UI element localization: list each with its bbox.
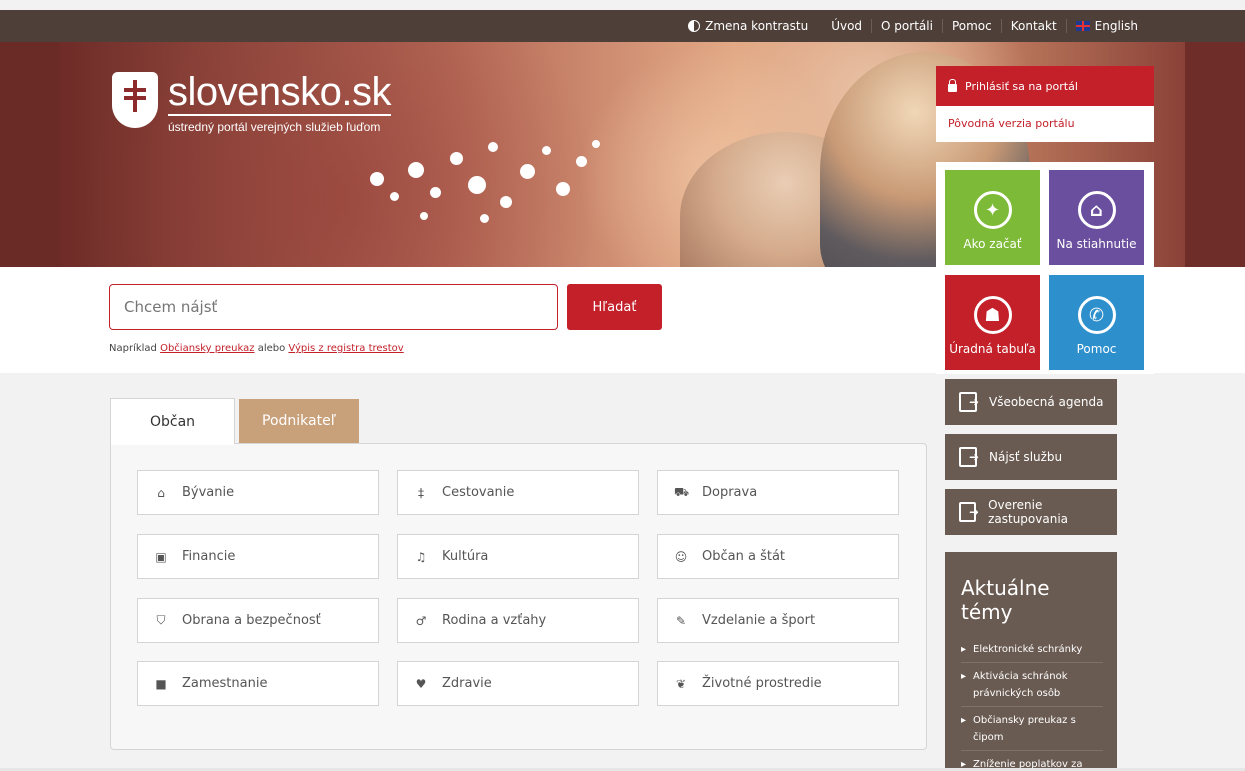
search-hint: Napríklad Občiansky preukaz alebo Výpis … [109,343,404,354]
category-environment[interactable]: ❦ Životné prostredie [657,661,899,706]
side-button-label: Overenie zastupovania [988,498,1068,526]
site-logo[interactable]: slovensko.sk ústredný portál verejných s… [112,72,391,134]
quick-tiles: ✦ Ako začať ⌂ Na stiahnutie ☗ Úradná tab… [936,162,1154,374]
shield-icon: ⛉ [156,613,166,627]
category-transport[interactable]: ⛟ Doprava [657,470,899,515]
category-finance[interactable]: ▣ Financie [137,534,379,579]
category-label: Zamestnanie [182,676,268,691]
current-topics: Aktuálne témy Elektronické schránky Akti… [945,552,1117,771]
top-bar: Zmena kontrastu Úvod O portáli Pomoc Kon… [0,10,1245,42]
language-label: English [1094,19,1138,33]
tile-label: Pomoc [1076,342,1117,356]
category-health[interactable]: ♥ Zdravie [397,661,639,706]
login-button[interactable]: Prihlásiť sa na portál [936,66,1154,106]
find-service-button[interactable]: Nájsť službu [945,434,1117,480]
category-travel[interactable]: ‡ Cestovanie [397,470,639,515]
category-citizen-state[interactable]: ☺ Občan a štát [657,534,899,579]
side-button-label: Nájsť službu [989,450,1063,464]
category-label: Občan a štát [702,549,786,564]
login-label: Prihlásiť sa na portál [965,79,1078,93]
topic-item[interactable]: Aktivácia schránok právnických osôb [961,663,1103,707]
language-switch[interactable]: English [1065,19,1147,33]
category-label: Zdravie [442,676,492,691]
category-label: Financie [182,549,236,564]
tile-notice-board[interactable]: ☗ Úradná tabuľa [945,275,1040,370]
tab-citizen[interactable]: Občan [110,398,235,444]
tile-downloads[interactable]: ⌂ Na stiahnutie [1049,170,1144,265]
download-house-icon: ⌂ [1077,191,1116,229]
house-icon: ⌂ [157,485,165,500]
lock-icon [948,79,957,92]
graduation-cap-icon: ✎ [675,613,687,628]
network-decoration [360,132,610,232]
category-label: Bývanie [182,485,235,500]
hint-prefix: Napríklad [109,343,157,354]
contrast-label: Zmena kontrastu [705,19,809,33]
top-navigation: Zmena kontrastu Úvod O portáli Pomoc Kon… [679,10,1147,42]
lightbulb-icon: ✦ [973,191,1012,229]
coat-of-arms-icon [112,72,158,128]
login-door-icon [959,447,979,467]
tile-getting-started[interactable]: ✦ Ako začať [945,170,1040,265]
category-housing[interactable]: ⌂ Bývanie [137,470,379,515]
group-icon: ☺ [674,549,688,564]
hint-link-criminal-record[interactable]: Výpis z registra trestov [288,343,403,354]
leaf-icon: ❦ [675,676,687,691]
search-button[interactable]: Hľadať [567,284,662,330]
phone-icon: ✆ [1077,296,1116,334]
category-label: Životné prostredie [702,676,822,691]
side-button-label: Všeobecná agenda [989,395,1104,409]
old-version-link[interactable]: Pôvodná verzia portálu [936,106,1154,141]
nav-link-home[interactable]: Úvod [822,19,871,33]
tile-help[interactable]: ✆ Pomoc [1049,275,1144,370]
login-box: Prihlásiť sa na portál Pôvodná verzia po… [936,66,1154,142]
category-label: Obrana a bezpečnosť [182,613,321,628]
contrast-icon [688,20,701,32]
category-culture[interactable]: ♫ Kultúra [397,534,639,579]
search-input[interactable] [109,284,558,330]
heartbeat-icon: ♥ [415,676,427,691]
category-education[interactable]: ✎ Vzdelanie a šport [657,598,899,643]
login-door-icon [959,502,979,522]
tile-label: Úradná tabuľa [949,342,1036,356]
tile-label: Na stiahnutie [1056,237,1137,251]
tile-label: Ako začať [963,237,1022,251]
notice-board-icon: ☗ [973,296,1012,334]
music-icon: ♫ [415,549,427,564]
hero-side-left [0,42,60,267]
money-icon: ▣ [155,549,167,564]
topic-item[interactable]: Občiansky preukaz s čipom [961,707,1103,751]
category-label: Cestovanie [442,485,515,500]
nav-link-contact[interactable]: Kontakt [1000,19,1066,33]
nav-link-help[interactable]: Pomoc [941,19,1001,33]
category-label: Rodina a vzťahy [442,613,547,628]
hint-middle: alebo [257,343,286,354]
contrast-toggle[interactable]: Zmena kontrastu [679,19,822,33]
logo-subtitle: ústredný portál verejných služieb ľuďom [168,120,381,134]
category-defense[interactable]: ⛉ Obrana a bezpečnosť [137,598,379,643]
category-employment[interactable]: ■ Zamestnanie [137,661,379,706]
logo-title: slovensko.sk [168,70,391,116]
hint-link-id-card[interactable]: Občiansky preukaz [160,343,254,354]
category-label: Vzdelanie a šport [702,613,816,628]
signpost-icon: ‡ [418,485,424,500]
category-family[interactable]: ♂ Rodina a vzťahy [397,598,639,643]
uk-flag-icon [1075,21,1090,31]
topics-title: Aktuálne témy [961,576,1050,624]
briefcase-icon: ■ [155,676,167,691]
family-icon: ♂ [415,613,427,628]
login-door-icon [959,392,979,412]
hero-side-right [1185,42,1245,267]
nav-link-about[interactable]: O portáli [871,19,942,33]
topic-item[interactable]: Elektronické schránky [961,636,1103,663]
category-label: Kultúra [442,549,489,564]
category-label: Doprava [702,485,758,500]
car-icon: ⛟ [674,484,690,499]
tab-entrepreneur[interactable]: Podnikateľ [239,399,359,443]
general-agenda-button[interactable]: Všeobecná agenda [945,379,1117,425]
representation-check-button[interactable]: Overenie zastupovania [945,489,1117,535]
